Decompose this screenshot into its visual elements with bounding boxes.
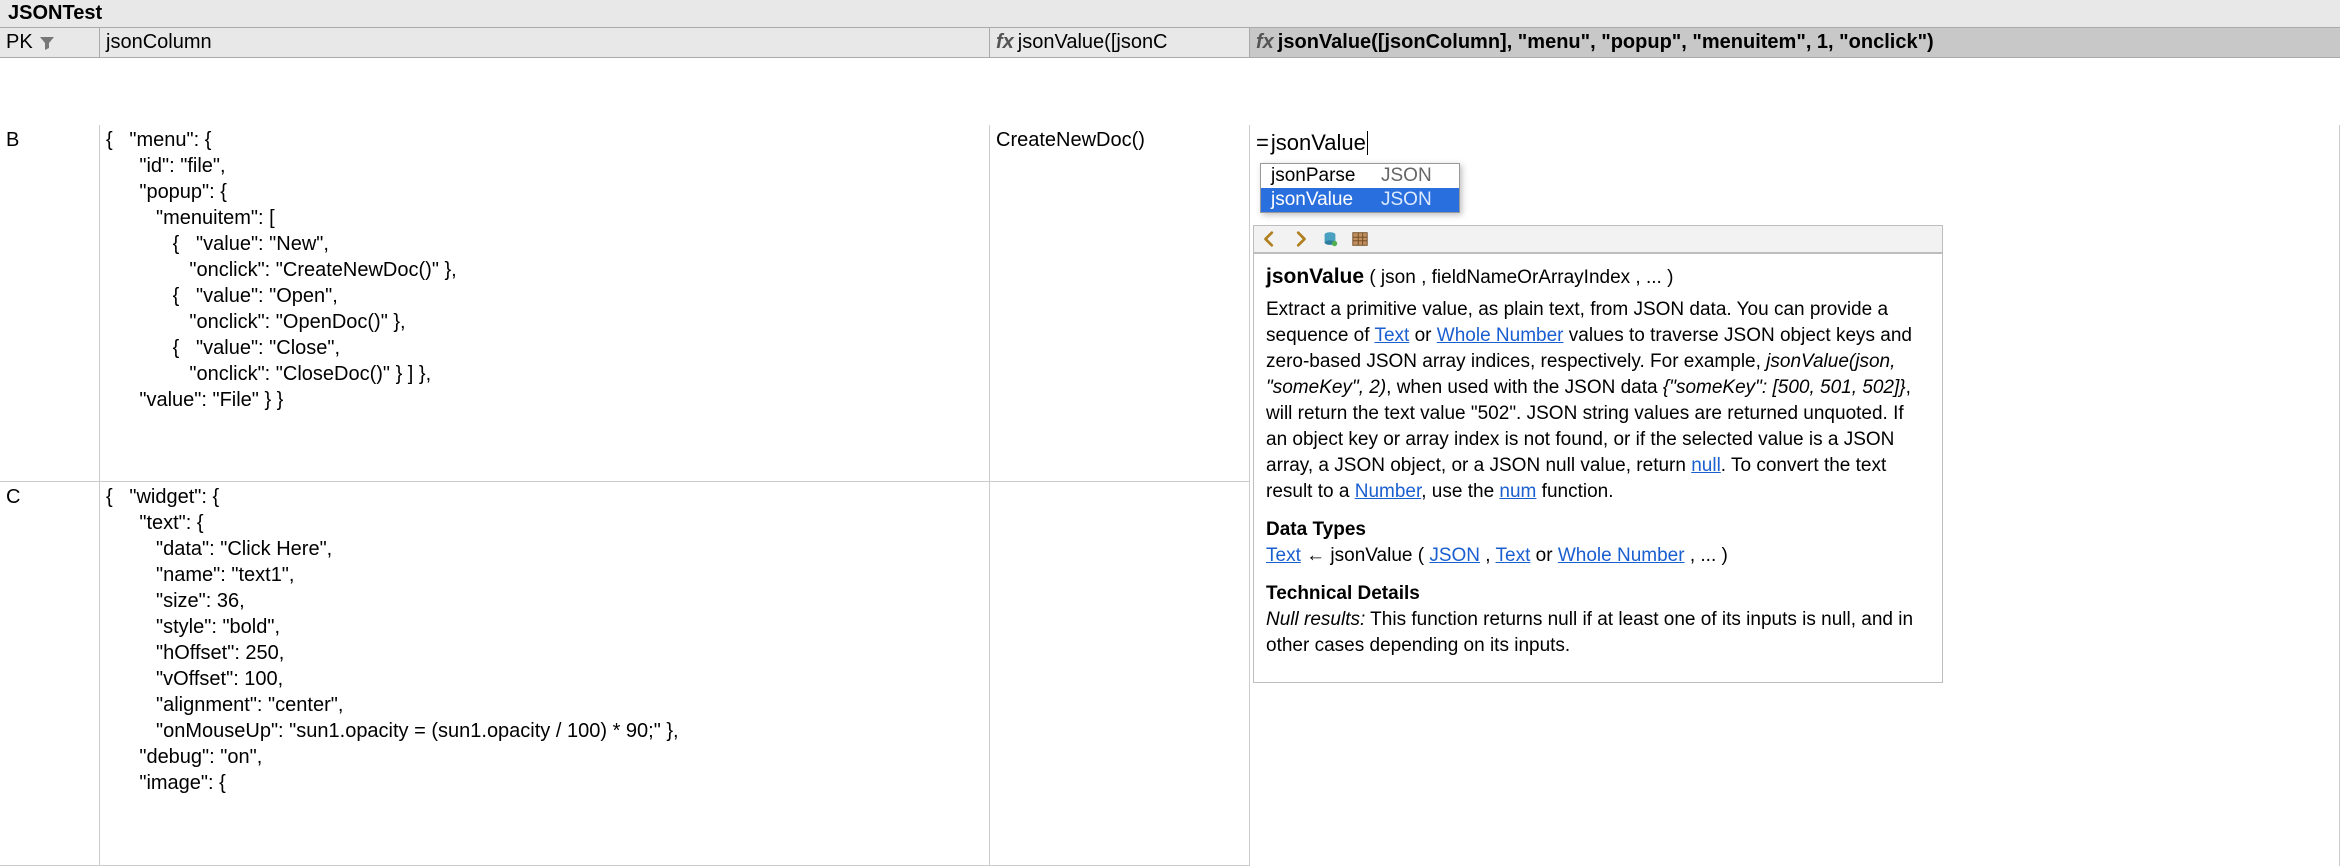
column-header-fx2[interactable]: fx jsonValue([jsonColumn], "menu", "popu…: [1250, 28, 2340, 58]
autocomplete-item-category: JSON: [1381, 189, 1432, 211]
autocomplete-popup[interactable]: jsonParse JSON jsonValue JSON: [1260, 163, 1460, 213]
doc-fn-name: jsonValue: [1266, 265, 1364, 288]
column-header-fx2-label: jsonValue([jsonColumn], "menu", "popup",…: [1278, 31, 1934, 54]
link-text-type[interactable]: Text: [1374, 325, 1409, 346]
doc-fn-params: ( json , fieldNameOrArrayIndex , ... ): [1369, 267, 1673, 288]
doc-datatypes: Text ← jsonValue ( JSON , Text or Whole …: [1266, 543, 1930, 569]
doc-example-data: {"someKey": [500, 501, 502]}: [1663, 377, 1906, 398]
link-wholenumber-type[interactable]: Whole Number: [1437, 325, 1564, 346]
cell-fx1[interactable]: CreateNewDoc(): [990, 125, 1250, 483]
column-header-fx1-label: jsonValue([jsonC: [1018, 31, 1168, 54]
autocomplete-item-name: jsonValue: [1271, 189, 1381, 211]
column-header-fx1[interactable]: fx jsonValue([jsonC: [990, 28, 1250, 58]
back-icon[interactable]: [1260, 229, 1280, 249]
formula-text: jsonValue: [1271, 130, 1366, 156]
column-header-pk-label: PK: [6, 31, 33, 54]
autocomplete-item[interactable]: jsonParse JSON: [1261, 164, 1459, 188]
column-header-json[interactable]: jsonColumn: [100, 28, 990, 58]
window-title: JSONTest: [0, 0, 2340, 28]
grid-icon[interactable]: [1350, 229, 1370, 249]
cylinder-icon[interactable]: [1320, 229, 1340, 249]
doc-datatypes-heading: Data Types: [1266, 517, 1930, 543]
doc-signature: jsonValue ( json , fieldNameOrArrayIndex…: [1266, 264, 1930, 291]
cell-fx1[interactable]: [990, 482, 1250, 866]
formula-prefix: =: [1256, 130, 1269, 156]
link-json-type[interactable]: JSON: [1429, 545, 1480, 566]
filter-icon[interactable]: [39, 35, 55, 51]
link-text-arg[interactable]: Text: [1496, 545, 1531, 566]
doc-tech-em: Null results:: [1266, 609, 1365, 630]
formula-editor[interactable]: = jsonValue: [1250, 125, 2339, 161]
fx-icon: fx: [1256, 31, 1274, 54]
doc-tech-body: Null results: This function returns null…: [1266, 607, 1930, 659]
link-null[interactable]: null: [1691, 455, 1721, 476]
link-wholenumber-arg[interactable]: Whole Number: [1558, 545, 1685, 566]
link-num-fn[interactable]: num: [1499, 481, 1536, 502]
column-header-json-label: jsonColumn: [106, 31, 212, 54]
doc-panel: jsonValue ( json , fieldNameOrArrayIndex…: [1253, 253, 1943, 683]
text-cursor: [1367, 131, 1368, 155]
cell-json[interactable]: { "menu": { "id": "file", "popup": { "me…: [100, 125, 990, 483]
link-text-ret[interactable]: Text: [1266, 545, 1301, 566]
cell-pk[interactable]: C: [0, 482, 100, 866]
forward-icon[interactable]: [1290, 229, 1310, 249]
autocomplete-item-name: jsonParse: [1271, 165, 1381, 187]
link-number-type[interactable]: Number: [1355, 481, 1422, 502]
fx-icon: fx: [996, 31, 1014, 54]
doc-description: Extract a primitive value, as plain text…: [1266, 297, 1930, 505]
autocomplete-item-category: JSON: [1381, 165, 1432, 187]
cell-json[interactable]: { "widget": { "text": { "data": "Click H…: [100, 482, 990, 866]
column-header-pk[interactable]: PK: [0, 28, 100, 58]
formula-editor-cell[interactable]: = jsonValue jsonParse JSON jsonValue JSO…: [1250, 125, 2340, 866]
data-grid: PK jsonColumn fx jsonValue([jsonC fx jso…: [0, 28, 2340, 866]
doc-tech-heading: Technical Details: [1266, 581, 1930, 607]
autocomplete-item-selected[interactable]: jsonValue JSON: [1261, 188, 1459, 212]
cell-pk[interactable]: B: [0, 125, 100, 483]
doc-toolbar: [1253, 225, 1943, 253]
